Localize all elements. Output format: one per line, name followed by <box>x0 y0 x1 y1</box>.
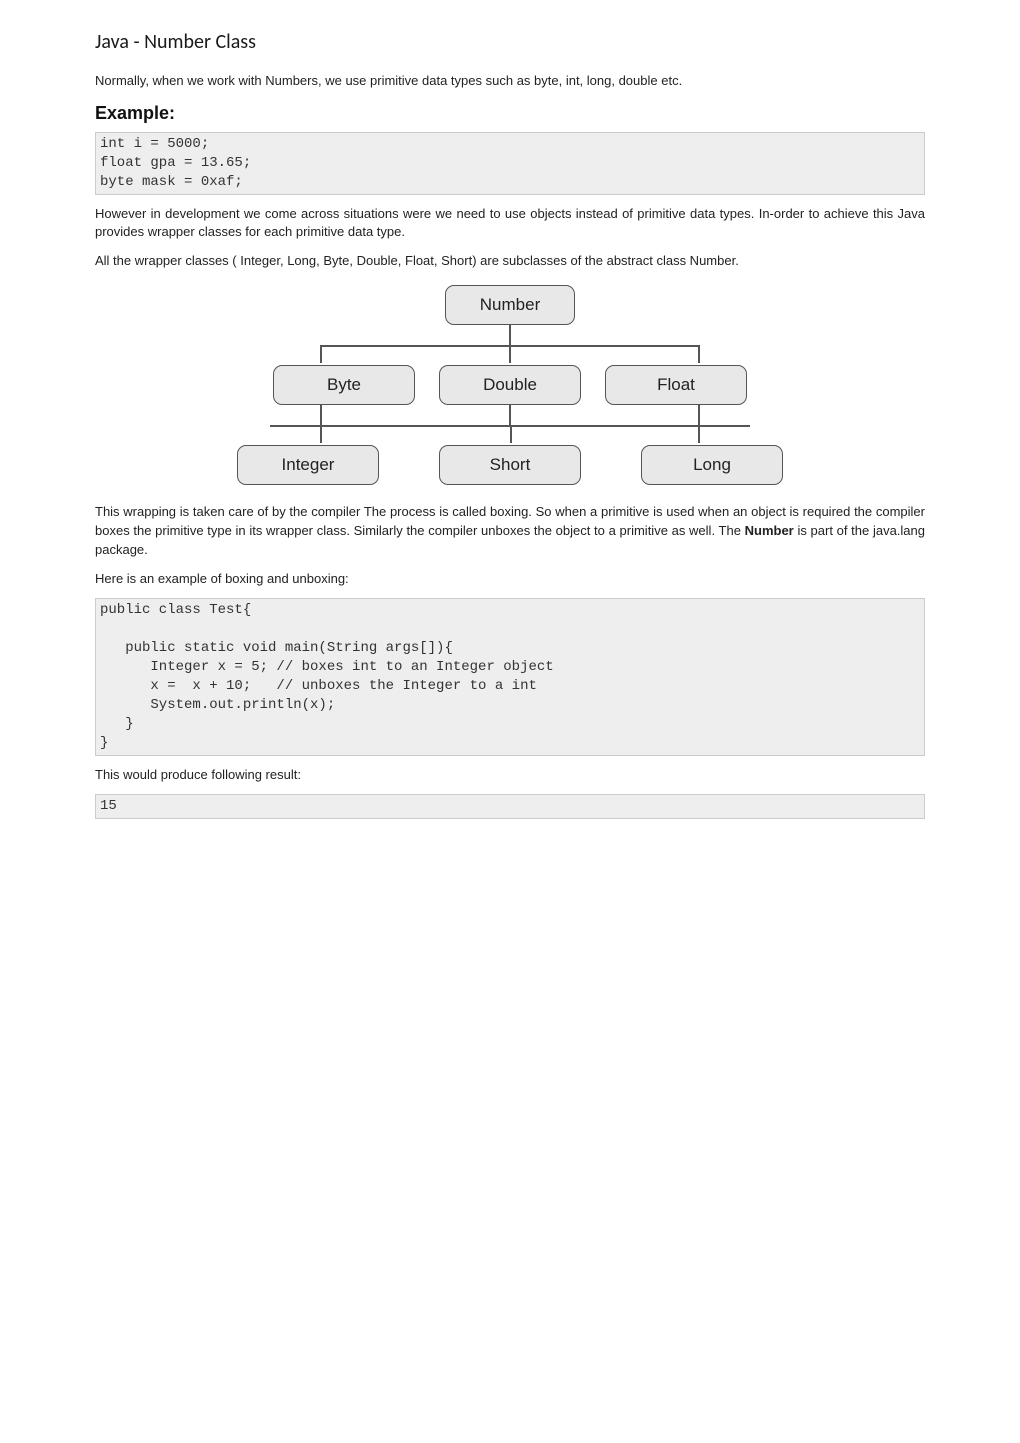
example-heading: Example: <box>95 103 925 124</box>
diagram-node-number: Number <box>445 285 575 325</box>
paragraph-boxing-example-lead: Here is an example of boxing and unboxin… <box>95 570 925 589</box>
paragraph-boxing-bold: Number <box>745 523 794 538</box>
page-title: Java - Number Class <box>95 30 925 54</box>
code-block-result: 15 <box>95 794 925 819</box>
paragraph-boxing: This wrapping is taken care of by the co… <box>95 503 925 560</box>
paragraph-wrapper-list: All the wrapper classes ( Integer, Long,… <box>95 252 925 271</box>
diagram-node-byte: Byte <box>273 365 415 405</box>
diagram-node-short: Short <box>439 445 581 485</box>
code-block-primitives: int i = 5000; float gpa = 13.65; byte ma… <box>95 132 925 195</box>
paragraph-result-lead: This would produce following result: <box>95 766 925 785</box>
paragraph-wrapper-intro: However in development we come across si… <box>95 205 925 243</box>
diagram-node-integer: Integer <box>237 445 379 485</box>
intro-paragraph: Normally, when we work with Numbers, we … <box>95 72 925 91</box>
class-hierarchy-diagram: Number Byte Double Float Integer Short L… <box>215 285 805 485</box>
diagram-node-long: Long <box>641 445 783 485</box>
diagram-node-double: Double <box>439 365 581 405</box>
code-block-boxing: public class Test{ public static void ma… <box>95 598 925 755</box>
page: Java - Number Class Normally, when we wo… <box>0 0 1020 865</box>
diagram-node-float: Float <box>605 365 747 405</box>
